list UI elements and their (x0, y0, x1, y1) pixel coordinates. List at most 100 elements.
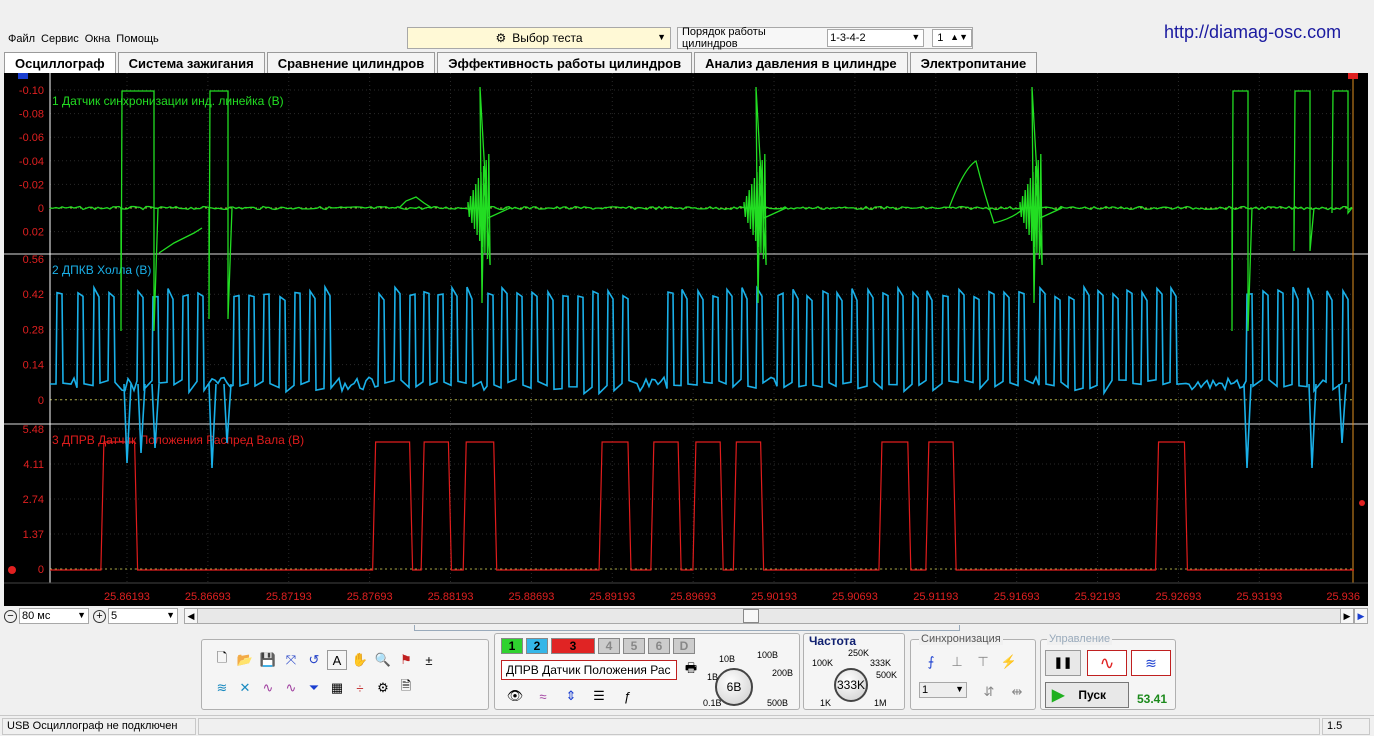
channel-4-button[interactable]: 4 (598, 638, 620, 654)
y-tick-label: -0.06 (19, 132, 44, 144)
neg-edge-icon[interactable]: ⊤ (973, 652, 993, 672)
auto-settings-icon[interactable]: ⚙ (373, 678, 393, 698)
channel-2-dip (1338, 383, 1347, 444)
scroll-left-button[interactable]: ◀ (184, 608, 198, 624)
tab-pressure-analysis[interactable]: Анализ давления в цилиндре (694, 52, 908, 73)
save-icon[interactable]: 💾 (258, 650, 278, 670)
horizontal-scrollbar[interactable] (198, 608, 1340, 624)
pause-button[interactable]: ❚❚ (1045, 650, 1081, 676)
y-tick-label: 0.28 (23, 324, 44, 336)
tab-cylinder-efficiency[interactable]: Эффективность работы цилиндров (437, 52, 693, 73)
sync-level-icon[interactable]: ⇵ (979, 682, 999, 702)
vertical-shift-icon[interactable]: ⇕ (561, 686, 581, 706)
volt-label-500: 500В (767, 698, 789, 708)
x-tick-label: 25.90193 (751, 591, 797, 603)
channel-6-button[interactable]: 6 (648, 638, 670, 654)
test-select-dropdown[interactable]: ⚙ Выбор теста ▼ (407, 27, 671, 49)
zoom-select[interactable]: 5 ▼ (108, 608, 178, 624)
site-url-link[interactable]: http://diamag-osc.com (1164, 22, 1341, 43)
measure-icon[interactable]: ± (419, 650, 439, 670)
tab-oscilloscope[interactable]: Осциллограф (4, 52, 116, 74)
spectrum-icon[interactable]: ∿ (281, 678, 301, 698)
scope-position-indicator (414, 625, 960, 631)
sync-icon[interactable]: ✕ (235, 678, 255, 698)
channel-2-button[interactable]: 2 (526, 638, 548, 654)
sync-off-icon[interactable]: ⚡ (999, 652, 1019, 672)
y-tick-label: 0.02 (23, 227, 44, 239)
timebase-select[interactable]: 80 мс ▼ (19, 608, 89, 624)
digital-channel-button[interactable]: D (673, 638, 695, 654)
zoom-out-icon[interactable]: − (4, 609, 17, 623)
filter-icon[interactable]: ≋ (212, 678, 232, 698)
y-tick-label: -0.10 (19, 85, 44, 97)
continuous-wave-button[interactable]: ≋ (1131, 650, 1171, 676)
print-icon[interactable]: 🖶 (681, 660, 701, 680)
scrollbar-thumb[interactable] (743, 609, 759, 623)
cylinder-order-select[interactable]: 1-3-4-2 ▼ (827, 29, 925, 47)
cursor-2-marker (1348, 73, 1358, 79)
split-icon[interactable]: ÷ (350, 678, 370, 698)
oscilloscope-screen[interactable]: -0.10 -0.08 -0.06 -0.04 -0.02 0 0.02 0.56 0.42 0.… (4, 73, 1368, 606)
magnifier-icon[interactable]: 🔍 (373, 650, 393, 670)
cursor-1-marker (18, 73, 28, 79)
x-tick-label: 25.91193 (913, 591, 958, 603)
tab-cylinder-compare[interactable]: Сравнение цилиндров (266, 52, 436, 73)
tab-power-supply[interactable]: Электропитание (909, 52, 1038, 73)
start-button[interactable]: ▶ Пуск (1045, 682, 1129, 708)
pos-edge-icon[interactable]: ⊥ (947, 652, 967, 672)
zoom-value: 5 (111, 610, 118, 622)
channel-3-button[interactable]: 3 (551, 638, 595, 654)
auto-icon[interactable]: A (327, 650, 347, 670)
channel-name-value: ДПРВ Датчик Положения Рас (506, 663, 671, 677)
frequency-title: Частота (809, 634, 857, 648)
reset-icon[interactable]: ↺ (304, 650, 324, 670)
filter-funnel-icon[interactable]: ⏷ (304, 678, 324, 698)
lines-icon[interactable]: ☰ (589, 686, 609, 706)
menu-windows[interactable]: Окна (85, 33, 111, 45)
sync-shift-icon[interactable]: ⇹ (1007, 682, 1027, 702)
menu-help[interactable]: Помощь (116, 33, 159, 45)
sync-channel-select[interactable]: 1 ▼ (919, 682, 967, 698)
channel-name-field[interactable]: ДПРВ Датчик Положения Рас (501, 660, 677, 680)
open-folder-icon[interactable]: 📂 (235, 650, 255, 670)
rising-edge-icon[interactable]: ⨍ (921, 652, 941, 672)
y-tick-label: 1.37 (23, 529, 44, 541)
frequency-knob-value: 333K (836, 678, 866, 692)
channel-2-dip (1243, 383, 1252, 469)
new-file-icon[interactable]: 🗋 (212, 650, 232, 670)
channel-1-button[interactable]: 1 (501, 638, 523, 654)
waves-icon[interactable]: ∿ (258, 678, 278, 698)
scroll-right-button[interactable]: ▶ (1340, 608, 1354, 624)
timebase-value: 80 мс (22, 610, 51, 622)
scroll-end-button[interactable]: ▶ (1354, 608, 1368, 624)
tools-panel: 🗋 📂 💾 ⤧ ↺ A ✋ 🔍 ⚑ ± ≋ ✕ ∿ ∿ ⏷ ▦ ÷ ⚙ 🗎 (201, 639, 489, 710)
channel-1-bump (398, 196, 433, 209)
freq-label-100k: 100K (812, 658, 834, 668)
menu-service[interactable]: Сервис (41, 33, 79, 45)
channel-1-block (1231, 90, 1253, 332)
single-wave-button[interactable]: ∿ (1087, 650, 1127, 676)
invert-icon[interactable]: ≈ (533, 686, 553, 706)
channel-title: 1 Датчик синхронизации инд. линейка (В) (52, 94, 284, 108)
gear-icon: ⚙ (495, 31, 507, 45)
table-icon[interactable]: ▦ (327, 678, 347, 698)
flag-icon[interactable]: ⚑ (396, 650, 416, 670)
frequency-knob[interactable]: 333K (834, 668, 868, 702)
cylinder-spinner[interactable]: 1 ▲▼ (932, 29, 972, 47)
zoom-in-icon[interactable]: + (93, 609, 106, 623)
function-icon[interactable]: ƒ (617, 686, 637, 706)
oscilloscope-plot[interactable]: -0.10 -0.08 -0.06 -0.04 -0.02 0 0.02 0.56 0.42 0.… (4, 73, 1368, 606)
menu-file[interactable]: Файл (8, 33, 35, 45)
scale-icon[interactable]: ⤧ (281, 650, 301, 670)
channel-1-block (1331, 90, 1353, 215)
start-label: Пуск (1078, 688, 1106, 702)
eye-icon[interactable]: 👁 (505, 686, 525, 706)
y-tick-label: -0.02 (19, 179, 44, 191)
y-tick-label: -0.04 (19, 156, 44, 168)
y-tick-label: 0 (38, 564, 44, 576)
hand-icon[interactable]: ✋ (350, 650, 370, 670)
document-icon[interactable]: 🗎 (396, 678, 416, 698)
y-tick-label: 5.48 (23, 424, 44, 436)
tab-ignition[interactable]: Система зажигания (117, 52, 265, 73)
channel-5-button[interactable]: 5 (623, 638, 645, 654)
